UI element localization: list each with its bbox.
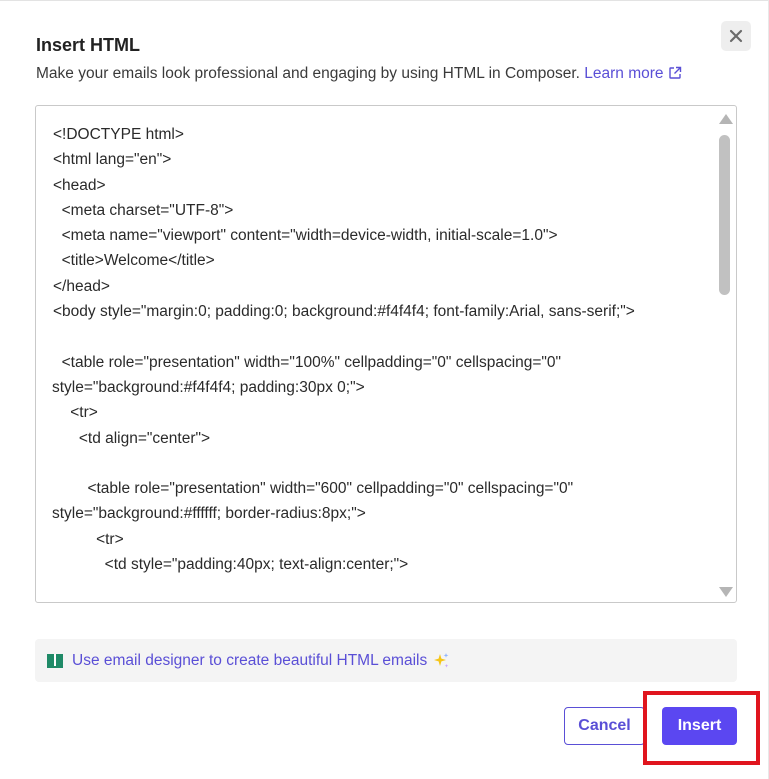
code-line: <tr>: [53, 404, 98, 422]
code-line: <title>Welcome</title>: [53, 252, 215, 270]
code-line: <head>: [53, 176, 106, 194]
cancel-button[interactable]: Cancel: [564, 707, 645, 745]
dialog-top-edge: [0, 0, 769, 1]
dialog-subtitle-text: Make your emails look professional and e…: [36, 65, 580, 82]
html-code-editor[interactable]: <!DOCTYPE html> <html lang="en"> <head> <m…: [35, 105, 737, 603]
code-content[interactable]: <!DOCTYPE html> <html lang="en"> <head> <m…: [36, 122, 708, 577]
code-line: <table role="presentation" width="600" c…: [53, 480, 574, 498]
code-line: <tr>: [53, 530, 124, 548]
email-designer-banner[interactable]: Use email designer to create beautiful H…: [35, 639, 737, 682]
insert-button[interactable]: Insert: [662, 707, 737, 745]
sparkle-icon: [434, 652, 449, 668]
learn-more-label: Learn more: [584, 65, 664, 82]
dialog-title: Insert HTML: [36, 35, 141, 55]
code-line: <!DOCTYPE html>: [53, 126, 184, 143]
scroll-thumb[interactable]: [719, 135, 730, 295]
code-line: <meta name="viewport" content="width=dev…: [53, 227, 558, 245]
scroll-up-arrow-icon[interactable]: [719, 114, 733, 124]
code-line: <td style="padding:40px; text-align:cent…: [53, 556, 409, 574]
code-line: style="background:#f4f4f4; padding:30px …: [52, 378, 365, 396]
learn-more-link[interactable]: Learn more: [584, 65, 681, 82]
external-link-icon: [668, 66, 681, 79]
code-line: style="background:#ffffff; border-radius…: [52, 505, 366, 523]
scroll-down-arrow-icon[interactable]: [719, 587, 733, 597]
code-line: <meta charset="UTF-8">: [53, 201, 234, 219]
code-line: <table role="presentation" width="100%" …: [53, 353, 562, 371]
close-button[interactable]: [721, 21, 751, 51]
book-icon: [47, 653, 63, 668]
editor-scrollbar[interactable]: [715, 106, 735, 602]
code-line: <html lang="en">: [53, 151, 172, 169]
code-line: <td align="center">: [53, 429, 211, 447]
dialog-subtitle: Make your emails look professional and e…: [36, 65, 682, 83]
email-designer-link[interactable]: Use email designer to create beautiful H…: [72, 652, 427, 670]
code-line: <body style="margin:0; padding:0; backgr…: [53, 303, 635, 321]
close-icon: [729, 29, 743, 43]
code-line: </head>: [53, 277, 110, 295]
insert-html-dialog: Insert HTML Make your emails look profes…: [0, 0, 769, 779]
